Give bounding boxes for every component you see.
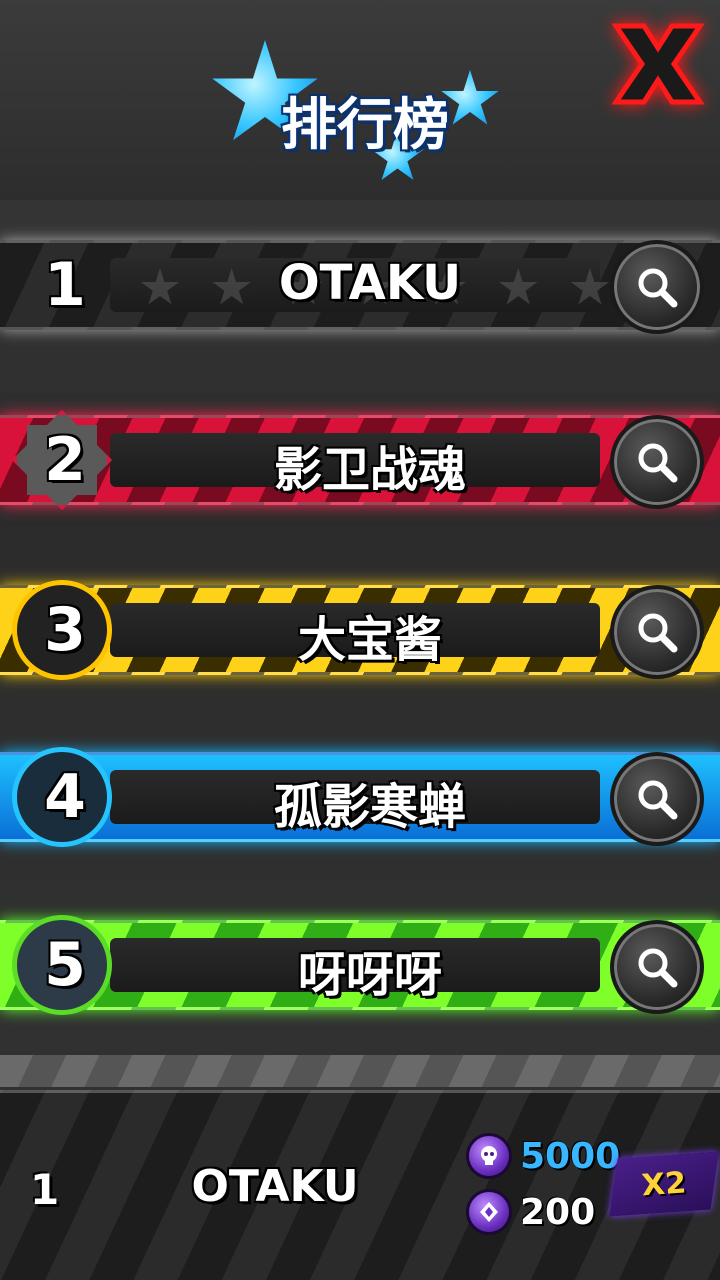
magnifier-icon bbox=[638, 443, 678, 483]
leaderboard-row[interactable]: 3 大宝酱 bbox=[0, 555, 720, 705]
section-divider bbox=[0, 1055, 720, 1087]
my-player-name: OTAKU bbox=[191, 1161, 359, 1212]
page-title: 排行榜 bbox=[281, 93, 449, 158]
multiplier-badge: X2 bbox=[609, 1151, 719, 1217]
view-player-button[interactable] bbox=[610, 415, 704, 509]
magnifier-icon bbox=[638, 780, 678, 820]
view-player-button[interactable] bbox=[610, 585, 704, 679]
view-player-button[interactable] bbox=[610, 752, 704, 846]
title-banner: 排行榜 bbox=[200, 40, 520, 190]
rank-badge: 1 bbox=[0, 230, 130, 340]
multiplier-label: X2 bbox=[640, 1165, 688, 1203]
player-name: OTAKU bbox=[278, 255, 462, 311]
rank-number: 3 bbox=[44, 595, 86, 665]
close-button[interactable] bbox=[606, 16, 710, 112]
rank-badge: 4 bbox=[0, 742, 130, 852]
reward-value: 5000 bbox=[520, 1135, 621, 1177]
rank-badge: 2 bbox=[0, 405, 130, 515]
player-name: 大宝酱 bbox=[297, 612, 442, 668]
magnifier-icon bbox=[638, 948, 678, 988]
player-name: 呀呀呀 bbox=[297, 947, 442, 1003]
top-bar: 排行榜 bbox=[0, 0, 720, 200]
purple-gem-coin-icon bbox=[466, 1189, 512, 1235]
view-player-button[interactable] bbox=[610, 240, 704, 334]
leaderboard-row[interactable]: 4 孤影寒蝉 bbox=[0, 722, 720, 872]
magnifier-icon bbox=[638, 613, 678, 653]
player-name: 影卫战魂 bbox=[273, 442, 466, 498]
my-rank-number: 1 bbox=[30, 1165, 60, 1214]
reward-item: 5000 bbox=[466, 1133, 620, 1179]
leaderboard-row[interactable]: 5 呀呀呀 bbox=[0, 890, 720, 1040]
my-rank-row: 1 OTAKU 5000 200 X2 bbox=[0, 1090, 720, 1280]
view-player-button[interactable] bbox=[610, 920, 704, 1014]
rank-number: 5 bbox=[44, 930, 86, 1000]
reward-item: 200 bbox=[466, 1189, 595, 1235]
rank-number: 2 bbox=[44, 425, 86, 495]
rank-number: 4 bbox=[44, 762, 86, 832]
rank-number: 1 bbox=[44, 250, 86, 320]
magnifier-icon bbox=[638, 268, 678, 308]
leaderboard-row[interactable]: 1 OTAKU bbox=[0, 210, 720, 360]
leaderboard-row[interactable]: 2 影卫战魂 bbox=[0, 385, 720, 535]
rank-badge: 5 bbox=[0, 910, 130, 1020]
reward-value: 200 bbox=[520, 1191, 596, 1233]
rank-badge: 3 bbox=[0, 575, 130, 685]
player-name: 孤影寒蝉 bbox=[273, 779, 466, 835]
purple-skull-coin-icon bbox=[466, 1133, 512, 1179]
close-x-icon bbox=[611, 23, 705, 105]
